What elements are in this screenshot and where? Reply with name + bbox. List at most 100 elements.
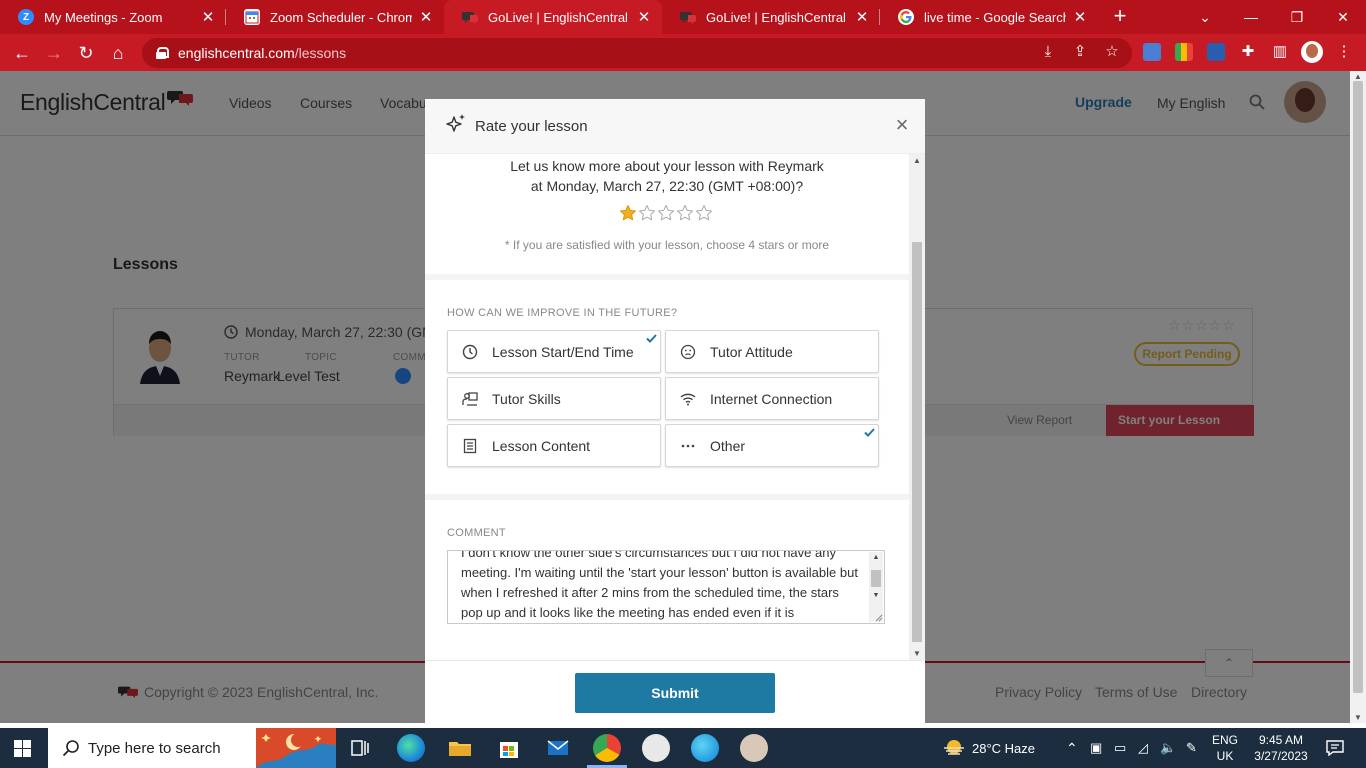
side-panel-icon[interactable]: ▥	[1270, 42, 1290, 62]
modal-scrollbar[interactable]: ▲ ▼	[909, 154, 925, 660]
back-arrow-icon[interactable]: ←	[10, 41, 34, 65]
show-hidden-icons-chevron-icon[interactable]: ⌃	[1066, 728, 1078, 768]
pen-icon[interactable]: ✎	[1186, 728, 1197, 768]
install-icon[interactable]: ⤓	[1038, 42, 1058, 62]
url-host: englishcentral.com	[178, 45, 295, 61]
windows-start-icon[interactable]	[14, 740, 31, 757]
tab-title: Zoom Scheduler - Chrome W	[270, 9, 412, 25]
option-tutor-attitude[interactable]: Tutor Attitude	[665, 330, 879, 373]
option-label: Internet Connection	[710, 390, 833, 407]
meet-now-icon[interactable]: ▣	[1090, 728, 1102, 768]
rating-star-icon[interactable]	[695, 204, 713, 222]
file-explorer-icon[interactable]	[446, 734, 474, 762]
rating-star-icon[interactable]	[657, 204, 675, 222]
improve-label: HOW CAN WE IMPROVE IN THE FUTURE?	[447, 307, 678, 319]
option-other[interactable]: Other	[665, 424, 879, 467]
store-icon[interactable]	[495, 734, 523, 762]
rating-star-icon[interactable]	[619, 204, 637, 222]
modal-body: Let us know more about your lesson with …	[425, 154, 925, 660]
mail-icon[interactable]	[544, 734, 572, 762]
comment-text: I don't know the other side's circumstan…	[461, 550, 858, 620]
resize-handle-icon[interactable]	[875, 614, 883, 622]
rating-prompt: Let us know more about your lesson with …	[425, 156, 909, 196]
clock[interactable]: 9:45 AM 3/27/2023	[1248, 732, 1314, 764]
lock-icon	[156, 47, 169, 59]
profile-avatar[interactable]	[1301, 41, 1323, 63]
comment-scrollbar[interactable]: ▲ ▼	[869, 552, 883, 622]
close-tab-icon[interactable]: ✕	[418, 8, 434, 26]
option-label: Other	[710, 437, 746, 454]
tab-golive-active[interactable]: GoLive! | EnglishCentral - Onl ✕	[444, 0, 662, 34]
search-icon	[62, 740, 79, 757]
network-icon[interactable]: ◿	[1138, 728, 1148, 768]
close-tab-icon[interactable]: ✕	[854, 8, 870, 26]
keyboard-layout: UK	[1216, 749, 1234, 763]
modal-header: Rate your lesson ×	[425, 99, 925, 154]
tab-google-search[interactable]: live time - Google Search ✕	[880, 0, 1098, 34]
star-rating	[619, 204, 713, 222]
home-icon[interactable]: ⌂	[106, 41, 130, 65]
tab-title: live time - Google Search	[924, 9, 1066, 25]
close-icon[interactable]: ×	[893, 114, 911, 136]
option-lesson-content[interactable]: Lesson Content	[447, 424, 661, 467]
tab-search-chevron-icon[interactable]: ⌄	[1182, 0, 1228, 34]
notifications-icon[interactable]	[1325, 728, 1345, 768]
extension-icon[interactable]	[1207, 43, 1225, 61]
chrome-profile-icon[interactable]	[642, 734, 670, 762]
puzzle-extensions-icon[interactable]: ✚	[1238, 42, 1258, 62]
option-label: Tutor Attitude	[710, 343, 793, 360]
new-tab-button[interactable]: +	[1107, 4, 1133, 30]
close-window-button[interactable]: ✕	[1320, 0, 1366, 34]
tab-golive-2[interactable]: GoLive! | EnglishCentral - On ✕	[662, 0, 880, 34]
taskbar-search-input[interactable]: Type here to search	[48, 728, 256, 768]
restore-button[interactable]: ❐	[1274, 0, 1320, 34]
face-icon	[680, 344, 696, 359]
rating-hint: * If you are satisfied with your lesson,…	[504, 238, 830, 252]
document-icon	[463, 438, 477, 453]
close-tab-icon[interactable]: ✕	[636, 8, 652, 26]
reload-icon[interactable]: ↻	[74, 41, 98, 65]
rating-prompt-line2: at Monday, March 27, 22:30 (GMT +08:00)?	[530, 178, 804, 194]
google-icon	[898, 9, 914, 25]
tab-my-meetings-zoom[interactable]: Z My Meetings - Zoom ✕	[0, 0, 226, 34]
comment-textarea[interactable]: I don't know the other side's circumstan…	[447, 550, 885, 624]
englishcentral-icon	[462, 9, 478, 25]
rate-lesson-modal: Rate your lesson × Let us know more abou…	[425, 99, 925, 723]
edge-icon[interactable]	[397, 734, 425, 762]
clock-icon	[462, 344, 478, 359]
englishcentral-icon	[680, 9, 696, 25]
wifi-icon	[680, 393, 696, 405]
calendar-extension-icon[interactable]	[1175, 43, 1193, 61]
close-tab-icon[interactable]: ✕	[1072, 8, 1088, 26]
chrome-icon[interactable]	[593, 734, 621, 762]
sparkle-icon	[446, 114, 465, 132]
paint-icon[interactable]	[740, 734, 768, 762]
task-view-icon[interactable]	[346, 734, 374, 762]
rating-star-icon[interactable]	[676, 204, 694, 222]
option-tutor-skills[interactable]: Tutor Skills	[447, 377, 661, 420]
submit-button[interactable]: Submit	[575, 673, 775, 713]
option-label: Lesson Start/End Time	[492, 343, 634, 360]
chrome-menu-icon[interactable]: ⋮	[1334, 42, 1354, 62]
tab-title: GoLive! | EnglishCentral - On	[706, 9, 848, 25]
clock-time: 9:45 AM	[1258, 733, 1304, 747]
tab-zoom-scheduler[interactable]: Zoom Scheduler - Chrome W ✕	[226, 0, 444, 34]
minimize-button[interactable]: —	[1228, 0, 1274, 34]
language-indicator[interactable]: ENG UK	[1208, 732, 1242, 764]
close-tab-icon[interactable]: ✕	[200, 8, 216, 26]
bookmark-star-icon[interactable]: ☆	[1102, 42, 1122, 62]
volume-icon[interactable]: 🔈	[1160, 728, 1176, 768]
search-highlight-art	[256, 728, 336, 768]
translate-extension-icon[interactable]	[1143, 43, 1161, 61]
option-internet-connection[interactable]: Internet Connection	[665, 377, 879, 420]
weather-widget[interactable]: 28°C Haze	[942, 728, 1035, 768]
app-icon[interactable]	[691, 734, 719, 762]
battery-icon[interactable]: ▭	[1114, 728, 1126, 768]
option-lesson-time[interactable]: Lesson Start/End Time	[447, 330, 661, 373]
share-icon[interactable]: ⇪	[1070, 42, 1090, 62]
address-bar[interactable]: englishcentral.com/lessons	[142, 38, 1132, 68]
forward-arrow-icon[interactable]: →	[42, 41, 66, 65]
rating-star-icon[interactable]	[638, 204, 656, 222]
comment-section: COMMENT I don't know the other side's ci…	[425, 500, 909, 660]
page-scrollbar[interactable]: ▲ ▼	[1350, 71, 1366, 723]
